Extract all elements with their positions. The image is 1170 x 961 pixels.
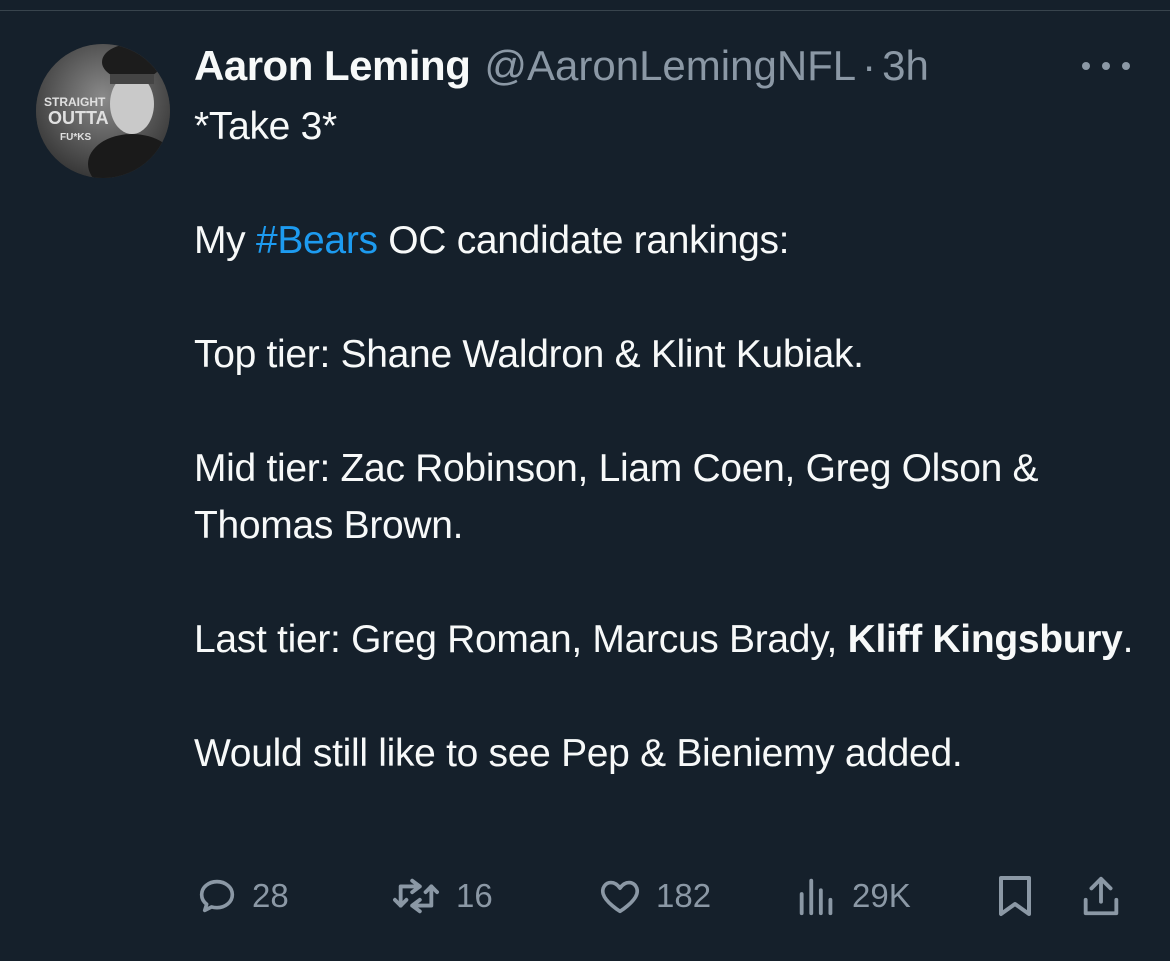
last-tier-line: Last tier: Greg Roman, Marcus Brady, Kli… bbox=[194, 611, 1144, 668]
closing-line: Would still like to see Pep & Bieniemy a… bbox=[194, 732, 963, 775]
avatar-word-2: OUTTA bbox=[48, 108, 109, 128]
views-icon bbox=[799, 878, 833, 916]
repost-button[interactable]: 16 bbox=[388, 870, 493, 922]
avatar-word-3: FU*KS bbox=[60, 132, 91, 143]
like-count: 182 bbox=[656, 877, 712, 914]
take-line: *Take 3* bbox=[194, 105, 337, 148]
action-bar: 28 16 182 29K bbox=[194, 870, 1134, 922]
top-divider bbox=[0, 0, 1170, 11]
views-count: 29K bbox=[852, 877, 911, 914]
bookmark-icon bbox=[999, 876, 1031, 916]
like-icon bbox=[600, 880, 640, 914]
reply-button[interactable]: 28 bbox=[194, 870, 289, 922]
hashtag-link[interactable]: #Bears bbox=[256, 219, 378, 262]
tweet-header: Aaron Leming @AaronLemingNFL · 3h bbox=[194, 40, 929, 92]
timestamp[interactable]: 3h bbox=[882, 42, 929, 90]
last-tier-suffix: . bbox=[1122, 618, 1134, 661]
tweet-body: *Take 3* My #Bears OC candidate rankings… bbox=[194, 98, 1144, 782]
mid-tier-line: Mid tier: Zac Robinson, Liam Coen, Greg … bbox=[194, 447, 1039, 547]
avatar[interactable]: STRAIGHT OUTTA FU*KS bbox=[36, 44, 170, 178]
views-button[interactable]: 29K bbox=[794, 870, 911, 922]
rankings-prefix: My bbox=[194, 219, 256, 262]
reply-icon bbox=[199, 879, 235, 913]
share-icon bbox=[1083, 876, 1119, 916]
repost-count: 16 bbox=[456, 877, 493, 914]
rankings-heading: My #Bears OC candidate rankings: bbox=[194, 212, 1144, 269]
rankings-suffix: OC candidate rankings: bbox=[377, 219, 790, 262]
bookmark-button[interactable] bbox=[994, 870, 1036, 922]
top-tier-line: Top tier: Shane Waldron & Klint Kubiak. bbox=[194, 333, 864, 376]
author-handle[interactable]: @AaronLemingNFL bbox=[484, 42, 856, 90]
share-button[interactable] bbox=[1078, 870, 1124, 922]
author-name[interactable]: Aaron Leming bbox=[194, 42, 471, 90]
avatar-word-1: STRAIGHT bbox=[44, 95, 106, 109]
more-icon[interactable] bbox=[1082, 56, 1130, 76]
last-tier-bold-name: Kliff Kingsbury bbox=[847, 618, 1123, 661]
reply-count: 28 bbox=[252, 877, 289, 914]
separator-dot: · bbox=[862, 42, 877, 89]
repost-icon bbox=[393, 878, 440, 914]
like-button[interactable]: 182 bbox=[596, 870, 711, 922]
avatar-image: STRAIGHT OUTTA FU*KS bbox=[36, 44, 170, 178]
last-tier-prefix: Last tier: Greg Roman, Marcus Brady, bbox=[194, 618, 848, 661]
